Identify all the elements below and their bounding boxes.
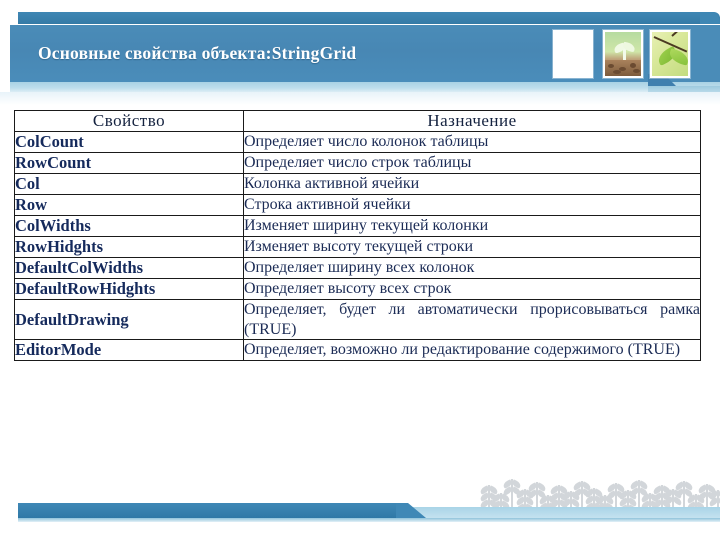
property-purpose-cell: Определяет число колонок таблицы <box>243 131 701 153</box>
header-lower-strip <box>10 82 720 92</box>
header-top-bar <box>18 12 720 24</box>
footer-dark-band <box>18 503 398 518</box>
slide-footer <box>0 499 720 525</box>
property-purpose-cell: Определяет высоту всех строк <box>243 278 701 300</box>
property-name-cell: Row <box>14 194 244 216</box>
property-name-cell: RowCount <box>14 152 244 174</box>
property-purpose-cell: Изменяет ширину текущей колонки <box>243 215 701 237</box>
sprout-photo-thumbnail <box>603 30 643 78</box>
branch-twig-icon <box>671 32 684 37</box>
property-purpose-cell: Изменяет высоту текущей строки <box>243 236 701 258</box>
leaves-photo-thumbnail <box>650 30 690 78</box>
property-name-cell: DefaultRowHidghts <box>14 278 244 300</box>
property-name-cell: DefaultColWidths <box>14 257 244 279</box>
table-row: EditorMode Определяет, возможно ли редакт… <box>14 339 701 362</box>
table-row: ColWidths Изменяет ширину текущей колонки <box>14 215 701 237</box>
table-row: RowHidghts Изменяет высоту текущей строки <box>14 236 701 258</box>
property-name-cell: ColWidths <box>14 215 244 237</box>
table-row: Row Строка активной ячейки <box>14 194 701 216</box>
table-header-row: Свойство Назначение <box>14 110 701 132</box>
slide-title: Основные свойства объекта:StringGrid <box>38 43 357 63</box>
property-name-cell: ColCount <box>14 131 244 153</box>
column-header-purpose: Назначение <box>243 110 701 132</box>
soil-ground <box>605 60 641 76</box>
table-row: DefaultColWidths Определяет ширину всех к… <box>14 257 701 279</box>
table-row: DefaultDrawing Определяет, будет ли автом… <box>14 298 701 341</box>
property-purpose-cell: Строка активной ячейки <box>243 194 701 216</box>
property-purpose-cell: Определяет число строк таблицы <box>243 152 701 174</box>
table-row: RowCount Определяет число строк таблицы <box>14 152 701 174</box>
column-header-property: Свойство <box>14 110 244 132</box>
footer-shadow <box>18 518 720 522</box>
property-name-cell: EditorMode <box>14 339 244 362</box>
properties-table: Свойство Назначение ColCount Определяет ч… <box>14 110 701 362</box>
table-row: ColCount Определяет число колонок таблицы <box>14 131 701 153</box>
property-purpose-cell: Определяет, будет ли автоматически прори… <box>243 298 701 341</box>
table-row: Col Колонка активной ячейки <box>14 173 701 195</box>
table-row: DefaultRowHidghts Определяет высоту всех … <box>14 278 701 300</box>
property-name-cell: RowHidghts <box>14 236 244 258</box>
property-purpose-cell: Определяет, возможно ли редактирование с… <box>243 339 701 362</box>
property-purpose-cell: Колонка активной ячейки <box>243 173 701 195</box>
property-name-cell: DefaultDrawing <box>14 298 244 341</box>
slide-header: Основные свойства объекта:StringGrid <box>0 0 720 105</box>
blank-thumbnail <box>553 30 593 78</box>
property-purpose-cell: Определяет ширину всех колонок <box>243 257 701 279</box>
header-fade <box>0 92 720 105</box>
property-name-cell: Col <box>14 173 244 195</box>
